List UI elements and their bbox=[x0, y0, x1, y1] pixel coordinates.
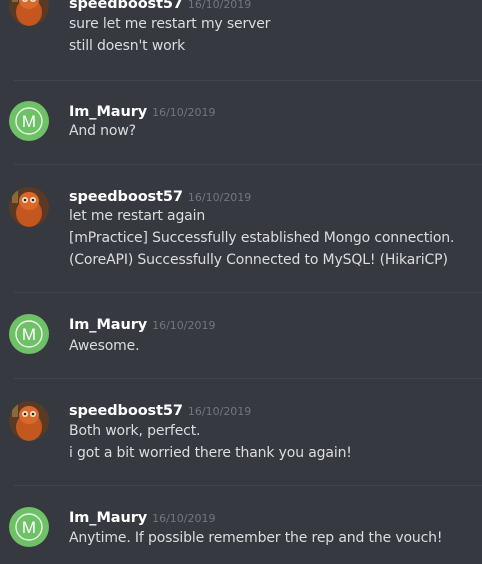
timestamp[interactable]: 16/10/2019 bbox=[188, 0, 251, 11]
svg-text:M: M bbox=[22, 112, 36, 131]
green-letter-m-avatar-icon: M bbox=[9, 507, 49, 547]
username[interactable]: speedboost57 bbox=[69, 403, 183, 419]
message-text: sure let me restart my server bbox=[69, 16, 271, 32]
timestamp[interactable]: 16/10/2019 bbox=[152, 106, 215, 119]
message-text: And now? bbox=[69, 123, 136, 139]
green-letter-m-avatar-icon: M bbox=[9, 314, 49, 354]
timestamp[interactable]: 16/10/2019 bbox=[152, 512, 215, 525]
message-header: Im_Maury 16/10/2019 bbox=[69, 101, 216, 121]
avatar[interactable]: M bbox=[9, 314, 49, 354]
message-text: [mPractice] Successfully established Mon… bbox=[69, 230, 455, 246]
username[interactable]: Im_Maury bbox=[69, 317, 147, 333]
message-text: Both work, perfect. bbox=[69, 423, 201, 439]
timestamp[interactable]: 16/10/2019 bbox=[188, 405, 251, 418]
message-divider bbox=[14, 164, 482, 165]
message-text: let me restart again bbox=[69, 208, 206, 224]
message-text: i got a bit worried there thank you agai… bbox=[69, 445, 352, 461]
avatar[interactable]: M bbox=[9, 101, 49, 141]
message-header: speedboost57 16/10/2019 bbox=[69, 0, 251, 13]
orange-character-avatar-icon bbox=[9, 401, 49, 441]
message-divider bbox=[14, 292, 482, 293]
username[interactable]: speedboost57 bbox=[69, 189, 183, 205]
message-text: still doesn't work bbox=[69, 38, 186, 54]
message-text: Anytime. If possible remember the rep an… bbox=[69, 530, 443, 546]
message-divider bbox=[14, 378, 482, 379]
avatar[interactable]: M bbox=[9, 507, 49, 547]
svg-text:M: M bbox=[22, 325, 36, 344]
orange-character-avatar-icon bbox=[9, 187, 49, 227]
svg-text:M: M bbox=[22, 518, 36, 537]
avatar[interactable] bbox=[9, 401, 49, 441]
message-text: (CoreAPI) Successfully Connected to MySQ… bbox=[69, 252, 448, 268]
message-text: Awesome. bbox=[69, 338, 140, 354]
username[interactable]: Im_Maury bbox=[69, 510, 147, 526]
message-header: speedboost57 16/10/2019 bbox=[69, 186, 251, 206]
avatar[interactable] bbox=[9, 0, 49, 26]
green-letter-m-avatar-icon: M bbox=[9, 101, 49, 141]
username[interactable]: speedboost57 bbox=[69, 0, 183, 12]
timestamp[interactable]: 16/10/2019 bbox=[188, 191, 251, 204]
message-header: speedboost57 16/10/2019 bbox=[69, 400, 251, 420]
message-header: Im_Maury 16/10/2019 bbox=[69, 507, 216, 527]
avatar[interactable] bbox=[9, 187, 49, 227]
message-header: Im_Maury 16/10/2019 bbox=[69, 314, 216, 334]
orange-character-avatar-icon bbox=[9, 0, 49, 26]
timestamp[interactable]: 16/10/2019 bbox=[152, 319, 215, 332]
message-divider bbox=[14, 80, 482, 81]
username[interactable]: Im_Maury bbox=[69, 104, 147, 120]
message-divider bbox=[14, 485, 482, 486]
